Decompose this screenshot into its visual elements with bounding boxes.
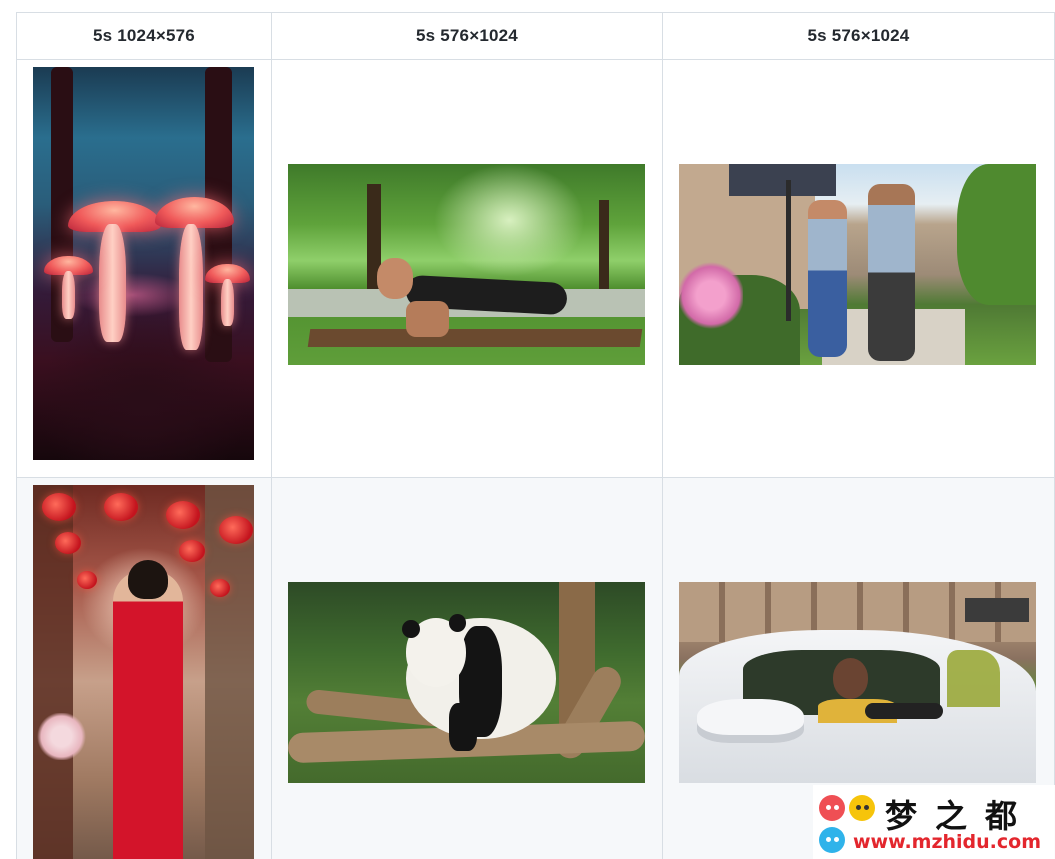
site-watermark: 梦之都 www.mzhidu.com: [813, 785, 1055, 859]
table-cell: [271, 59, 663, 478]
table-header-row: 5s 1024×576 5s 576×1024 5s 576×1024: [16, 12, 1055, 60]
column-header-1: 5s 1024×576: [16, 12, 272, 60]
man-pushup-on-bench-park-image[interactable]: [288, 164, 645, 365]
table-row: [16, 59, 1055, 478]
panda-on-logs-image[interactable]: [288, 582, 645, 783]
glowing-mushroom-forest-image[interactable]: [33, 67, 254, 460]
column-header-3: 5s 576×1024: [662, 12, 1055, 60]
table-cell: [16, 477, 272, 859]
table-cell: [271, 477, 663, 859]
watermark-url: www.mzhidu.com: [853, 831, 1042, 853]
couple-jogging-suburban-street-image[interactable]: [679, 164, 1036, 365]
page: 5s 1024×576 5s 576×1024 5s 576×1024 梦之都 …: [0, 0, 1055, 859]
table-cell: [16, 59, 272, 478]
smiling-woman-driving-white-car-image[interactable]: [679, 582, 1036, 783]
table-cell: [662, 59, 1055, 478]
column-header-2: 5s 576×1024: [271, 12, 663, 60]
woman-red-qipao-lantern-street-image[interactable]: [33, 485, 254, 859]
video-results-table: 5s 1024×576 5s 576×1024 5s 576×1024: [16, 12, 1055, 859]
